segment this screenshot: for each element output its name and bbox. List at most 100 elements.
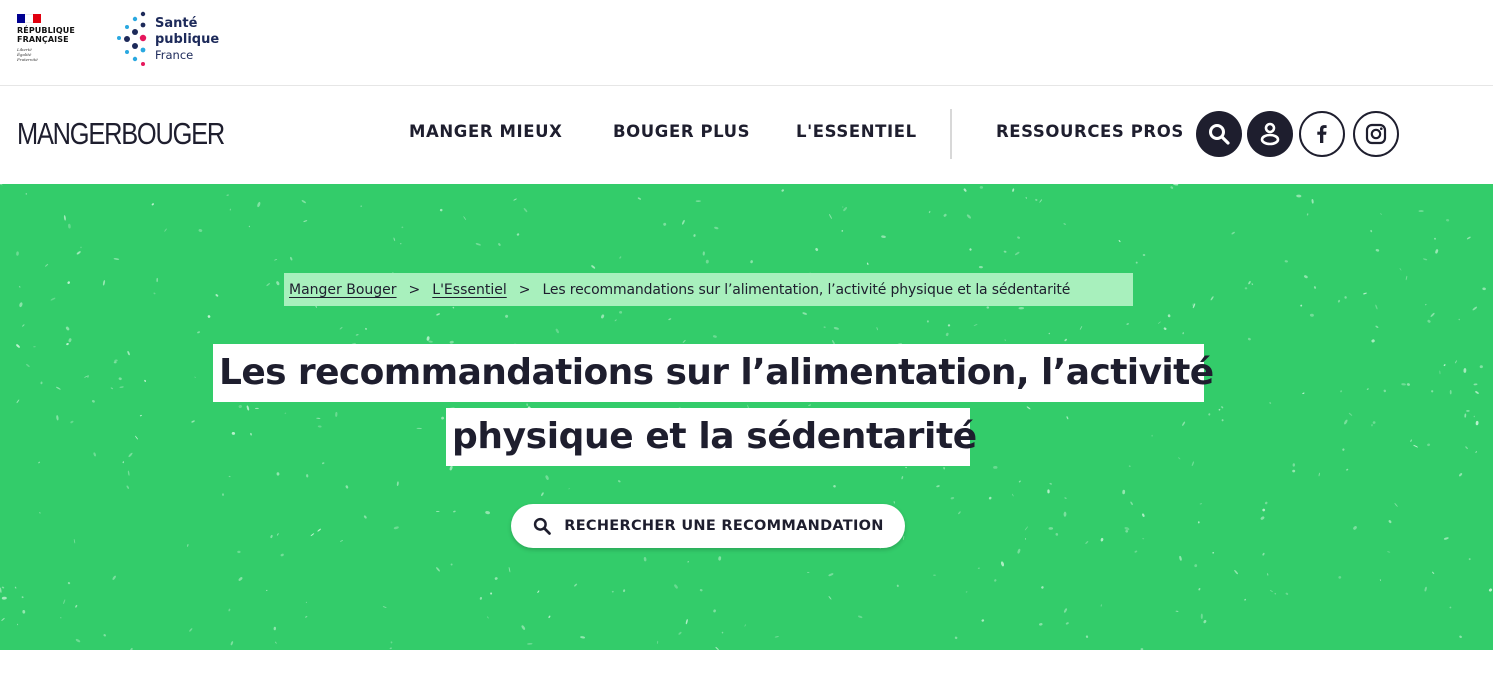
texture-speck: [127, 470, 130, 476]
texture-speck: [365, 327, 367, 330]
texture-speck: [1173, 184, 1179, 186]
texture-speck: [1375, 249, 1380, 252]
texture-speck: [1199, 503, 1203, 505]
nav-essentiel[interactable]: L'ESSENTIEL: [796, 122, 917, 141]
texture-speck: [335, 411, 338, 417]
texture-speck: [1375, 325, 1379, 328]
breadcrumb-current: Les recommandations sur l’alimentation, …: [542, 281, 1071, 298]
user-icon: [1260, 122, 1280, 146]
texture-speck: [714, 226, 719, 230]
search-recommendation-button[interactable]: RECHERCHER UNE RECOMMANDATION: [511, 504, 905, 548]
texture-speck: [67, 581, 71, 585]
texture-speck: [1292, 463, 1296, 467]
texture-speck: [1244, 287, 1248, 290]
sante-publique-france-logo[interactable]: Santé publique France: [113, 11, 223, 69]
texture-speck: [1431, 571, 1435, 574]
texture-speck: [1405, 275, 1408, 281]
texture-speck: [1012, 188, 1015, 192]
texture-speck: [527, 643, 533, 645]
texture-speck: [958, 511, 961, 515]
breadcrumb-essentiel[interactable]: L'Essentiel: [432, 282, 506, 298]
texture-speck: [901, 476, 904, 480]
texture-speck: [339, 540, 344, 542]
texture-speck: [1126, 323, 1129, 325]
texture-speck: [541, 492, 544, 497]
search-button[interactable]: [1196, 111, 1242, 157]
texture-speck: [1342, 448, 1345, 451]
texture-speck: [1475, 420, 1479, 426]
texture-speck: [129, 647, 133, 650]
texture-speck: [1363, 292, 1367, 295]
texture-speck: [1191, 461, 1195, 467]
texture-speck: [986, 306, 990, 309]
texture-speck: [1262, 552, 1265, 556]
texture-speck: [1449, 606, 1452, 609]
texture-speck: [1004, 339, 1006, 341]
texture-speck: [601, 314, 605, 319]
texture-speck: [1085, 635, 1089, 638]
texture-speck: [1413, 444, 1418, 448]
account-button[interactable]: [1247, 111, 1293, 157]
republique-francaise-name: RÉPUBLIQUE FRANÇAISE: [17, 26, 75, 44]
texture-speck: [305, 615, 308, 618]
texture-speck: [614, 319, 617, 322]
texture-speck: [453, 510, 456, 513]
gov-line-1: RÉPUBLIQUE: [17, 26, 75, 35]
nav-ressources-pros[interactable]: RESSOURCES PROS: [996, 122, 1184, 141]
texture-speck: [274, 641, 277, 644]
texture-speck: [19, 302, 23, 308]
texture-speck: [1, 617, 5, 621]
texture-speck: [1284, 260, 1288, 263]
texture-speck: [1473, 383, 1478, 386]
texture-speck: [1475, 391, 1479, 394]
texture-speck: [1430, 312, 1435, 317]
texture-speck: [1163, 327, 1167, 330]
texture-speck: [449, 465, 453, 471]
spf-dots-icon: [117, 11, 147, 66]
texture-speck: [705, 259, 709, 264]
texture-speck: [303, 220, 308, 223]
texture-speck: [452, 306, 455, 309]
texture-speck: [637, 197, 642, 200]
texture-speck: [164, 228, 167, 232]
facebook-button[interactable]: [1299, 111, 1345, 157]
texture-speck: [316, 417, 321, 420]
texture-speck: [436, 567, 440, 572]
texture-speck: [1348, 412, 1353, 416]
texture-speck: [1370, 229, 1373, 233]
texture-speck: [1449, 390, 1452, 395]
texture-speck: [1142, 253, 1146, 257]
texture-speck: [1065, 622, 1069, 625]
texture-speck: [1142, 513, 1145, 518]
texture-speck: [1170, 186, 1174, 189]
texture-speck: [390, 641, 393, 644]
texture-speck: [26, 363, 30, 368]
texture-speck: [1178, 457, 1181, 460]
nav-manger-mieux[interactable]: MANGER MIEUX: [409, 122, 562, 141]
texture-speck: [1130, 501, 1133, 506]
republique-francaise-logo[interactable]: RÉPUBLIQUE FRANÇAISE Liberté Égalité Fra…: [17, 14, 87, 68]
texture-speck: [400, 243, 402, 245]
texture-speck: [1039, 623, 1043, 626]
hero-banner: Manger Bouger > L'Essentiel > Les recomm…: [0, 184, 1493, 650]
texture-speck: [65, 326, 70, 331]
texture-speck: [463, 216, 467, 220]
texture-speck: [187, 543, 189, 547]
breadcrumb-home[interactable]: Manger Bouger: [289, 282, 397, 298]
texture-speck: [1066, 416, 1069, 420]
texture-speck: [127, 350, 130, 356]
texture-speck: [290, 256, 293, 261]
texture-speck: [1424, 586, 1427, 592]
texture-speck: [693, 234, 696, 237]
texture-speck: [568, 488, 571, 490]
texture-speck: [1167, 314, 1171, 318]
texture-speck: [1475, 451, 1478, 453]
texture-speck: [479, 597, 483, 600]
texture-speck: [1366, 388, 1369, 390]
texture-speck: [881, 235, 886, 238]
instagram-button[interactable]: [1353, 111, 1399, 157]
texture-speck: [945, 332, 949, 337]
texture-speck: [678, 631, 682, 635]
nav-bouger-plus[interactable]: BOUGER PLUS: [613, 122, 750, 141]
texture-speck: [228, 475, 231, 478]
